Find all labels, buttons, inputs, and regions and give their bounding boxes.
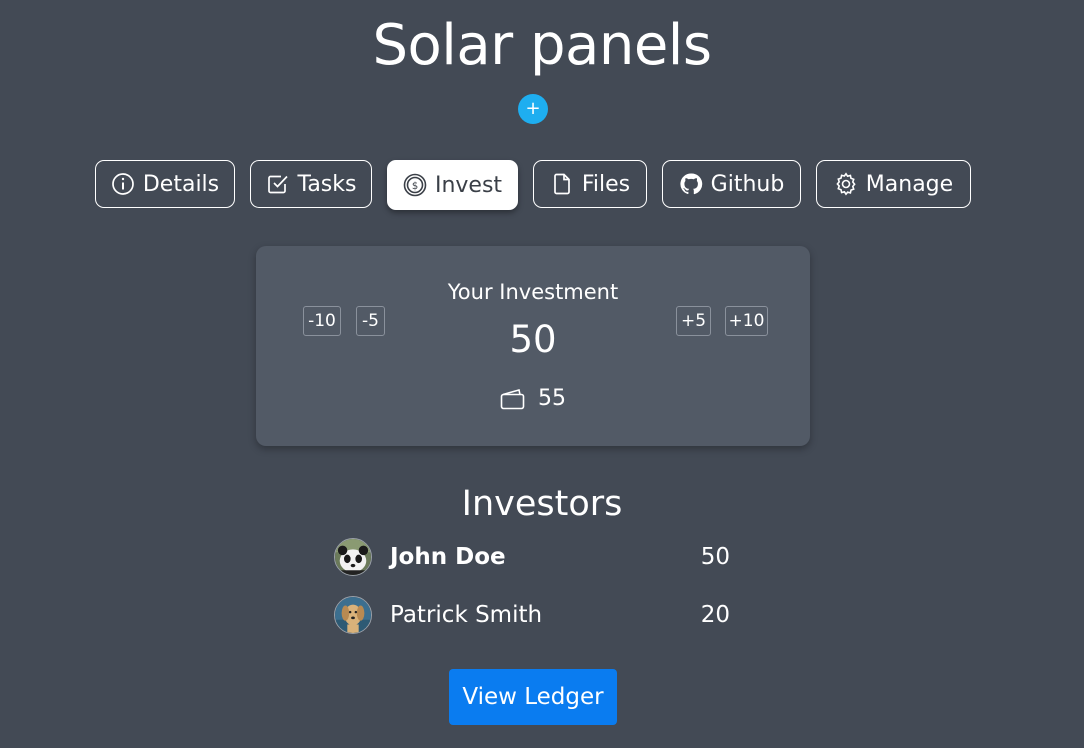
svg-text:$: $ (412, 181, 418, 192)
check-square-icon (267, 175, 288, 194)
tab-manage[interactable]: Manage (816, 160, 971, 208)
coin-dollar-icon: $ (403, 173, 427, 197)
tab-github[interactable]: Github (662, 160, 801, 208)
investment-card: -10 -5 Your Investment 50 55 +5 +10 (256, 246, 810, 446)
investor-name: John Doe (390, 544, 506, 570)
tab-manage-label: Manage (865, 171, 954, 197)
increase-5-button[interactable]: +5 (676, 306, 711, 336)
investor-row: Patrick Smith 20 (334, 596, 734, 636)
investors-title: Investors (461, 484, 623, 524)
page-title: Solar panels (372, 13, 712, 78)
add-button[interactable]: + (518, 94, 548, 124)
info-circle-icon (112, 173, 134, 195)
investment-label: Your Investment (447, 280, 619, 304)
github-icon (680, 173, 702, 195)
avatar (334, 596, 372, 634)
investor-row: John Doe 50 (334, 538, 734, 578)
wallet-icon (500, 388, 525, 409)
tab-details-label: Details (142, 171, 220, 197)
tab-invest[interactable]: $ Invest (387, 160, 518, 210)
avatar (334, 538, 372, 576)
view-ledger-button[interactable]: View Ledger (449, 669, 617, 725)
wallet-balance-value: 55 (538, 386, 566, 411)
investor-amount: 50 (700, 544, 730, 570)
tab-github-label: Github (710, 171, 785, 197)
increase-10-button[interactable]: +10 (725, 306, 768, 336)
gear-icon (836, 172, 856, 196)
file-icon (554, 173, 570, 195)
tab-details[interactable]: Details (95, 160, 235, 208)
tab-files[interactable]: Files (533, 160, 647, 208)
panda-avatar-icon (335, 539, 371, 575)
investor-amount: 20 (700, 602, 730, 628)
tab-bar: Details Tasks $ Invest Files Github Mana… (0, 160, 1084, 210)
investor-name: Patrick Smith (390, 602, 543, 628)
wallet-balance: 55 (500, 386, 566, 411)
dog-avatar-icon (335, 597, 371, 633)
tab-files-label: Files (581, 171, 631, 197)
tab-tasks-label: Tasks (297, 171, 357, 197)
tab-tasks[interactable]: Tasks (250, 160, 372, 208)
page: Solar panels + Details Tasks $ Invest Fi… (0, 0, 1084, 748)
tab-invest-label: Invest (434, 172, 503, 198)
